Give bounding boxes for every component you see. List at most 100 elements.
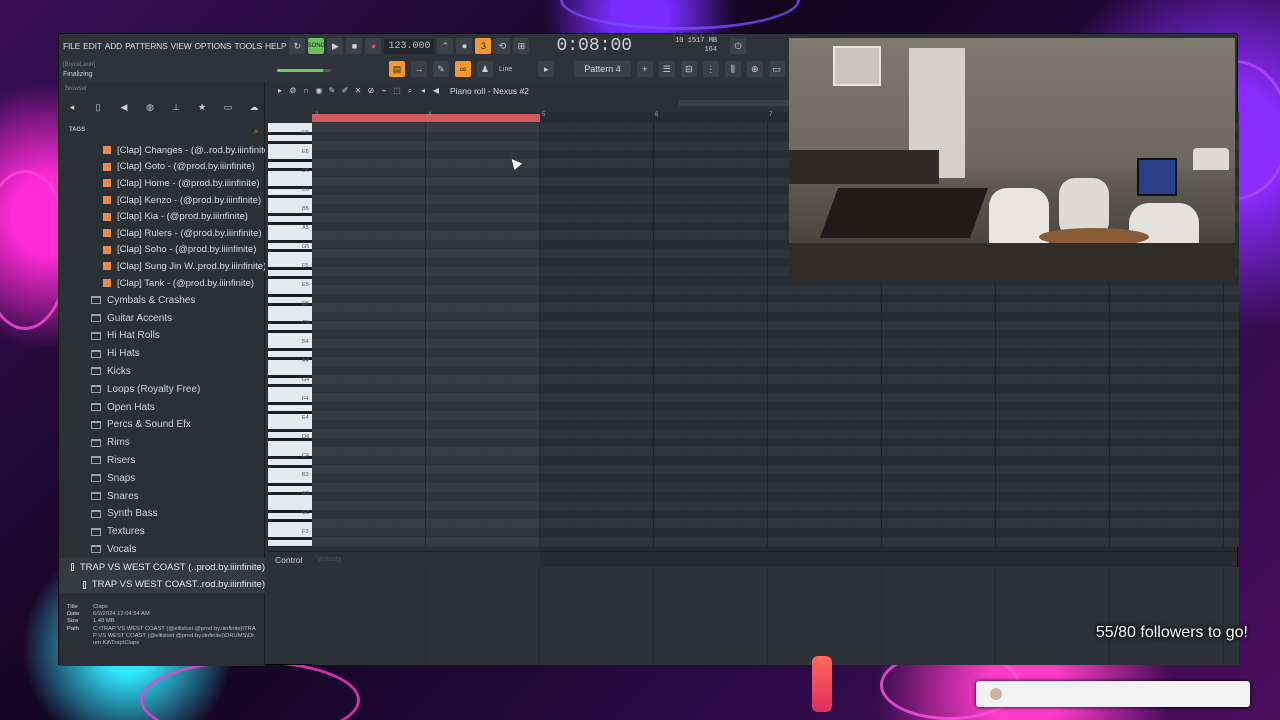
browser-folder-item[interactable]: Guitar Accents [59, 309, 265, 327]
arrow-icon[interactable]: → [411, 61, 427, 77]
star-icon[interactable]: ★ [195, 100, 209, 114]
record-button[interactable]: ● [365, 38, 382, 54]
playback-tool-icon[interactable]: ◂ [418, 86, 428, 95]
search-icon[interactable]: ⌕ [249, 124, 263, 138]
browser-folder-item[interactable]: Risers [59, 452, 265, 470]
channel-rack-icon[interactable]: ⋮ [702, 61, 719, 77]
browser-folder-item[interactable]: Vocals [59, 541, 265, 559]
horizontal-scrollbar[interactable] [679, 100, 789, 106]
paint-tool-icon[interactable]: ✐ [340, 86, 350, 95]
pencil-icon[interactable]: ✎ [433, 61, 449, 77]
speaker-icon[interactable]: ◀ [117, 100, 131, 114]
link-icon[interactable]: ∞ [455, 61, 471, 77]
browser-folder-item[interactable]: Snaps [59, 469, 265, 487]
menu-view[interactable]: VIEW [171, 41, 192, 51]
menu-file[interactable]: FILE [63, 41, 80, 51]
back-icon[interactable]: ◂ [65, 100, 79, 114]
browser-folder-item[interactable]: Hi Hat Rolls [59, 327, 265, 345]
master-volume-slider[interactable] [277, 69, 331, 72]
browser-file-item[interactable]: [Clap] Home - (@prod.by.iiinfinite) [59, 175, 265, 192]
menu-help[interactable]: HELP [265, 41, 287, 51]
song-mode-toggle[interactable]: SONG [308, 38, 325, 54]
control-target[interactable]: Velocity [317, 556, 341, 563]
stamp-icon[interactable]: ♟ [477, 61, 493, 77]
menu-options[interactable]: OPTIONS [195, 41, 232, 51]
browser-file-item[interactable]: [Clap] Goto - (@prod.by.iiinfinite) [59, 159, 265, 176]
control-selector[interactable]: Control [275, 555, 302, 565]
plug-icon[interactable]: ⊥ [169, 100, 183, 114]
browser-folder-item[interactable]: Synth Bass [59, 505, 265, 523]
piano-key-label: G4 [302, 377, 310, 383]
folder-icon[interactable]: ▭ [221, 100, 235, 114]
pack-folder-icon [83, 580, 86, 589]
browser-file-item[interactable]: [Clap] Kenzo - (@prod.by.iiinfinite) [59, 192, 265, 209]
wait-record-icon[interactable]: ⏺ [456, 38, 473, 54]
browser-pack-item[interactable]: TRAP VS WEST COAST..rod.by.iiinfinite) [59, 575, 265, 594]
zoom-tool-icon[interactable]: ⌕ [405, 86, 415, 96]
browser-folder-item[interactable]: Loops (Royalty Free) [59, 380, 265, 398]
menu-add[interactable]: ADD [105, 41, 123, 51]
folder-icon [91, 438, 101, 447]
playlist-view-icon[interactable]: ☰ [658, 61, 675, 77]
tempo-display[interactable]: 123.000 [384, 38, 435, 54]
refresh-icon[interactable]: ↻ [289, 38, 306, 54]
select-tool-icon[interactable]: ⬚ [392, 86, 402, 95]
loop-region[interactable] [312, 114, 540, 122]
add-pattern-icon[interactable]: + [636, 61, 653, 77]
chat-avatar [990, 688, 1002, 700]
globe-icon[interactable]: ◍ [143, 100, 157, 114]
menu-patterns[interactable]: PATTERNS [125, 41, 168, 51]
delete-tool-icon[interactable]: ✕ [353, 86, 363, 95]
snap-selector[interactable]: Line [499, 66, 512, 73]
metronome-icon[interactable]: ⌃ [437, 38, 454, 54]
browser-folder-item[interactable]: Textures [59, 523, 265, 541]
browser-file-item[interactable]: [Clap] Kia - (@prod.by.iiinfinite) [59, 208, 265, 225]
file-icon[interactable]: ▯ [91, 100, 105, 114]
time-display[interactable]: 0:08:00 [556, 36, 632, 56]
browser-file-item[interactable]: [Clap] Soho - (@prod.by.iiinfinite) [59, 242, 265, 259]
magnet-icon[interactable]: ∩ [301, 86, 311, 95]
playlist-icon[interactable]: ▤ [389, 61, 405, 77]
browser-folder-item[interactable]: Open Hats [59, 398, 265, 416]
slice-tool-icon[interactable]: ⌁ [379, 86, 389, 95]
browser-file-item[interactable]: [Clap] Rulers - (@prod.by.iiinfinite) [59, 225, 265, 242]
browser-file-item[interactable]: [Clap] Sung Jin W..prod.by.iiinfinite) [59, 258, 265, 275]
wrench-icon[interactable]: ⚙ [288, 86, 298, 95]
menu-bar: FILE EDIT ADD PATTERNS VIEW OPTIONS TOOL… [59, 34, 789, 58]
speaker-tool-icon[interactable]: ◀ [431, 86, 441, 95]
file-name: [Clap] Soho - (@prod.by.iiinfinite) [117, 244, 257, 256]
browser-pack-item[interactable]: TRAP VS WEST COAST (..prod.by.iiinfinite… [59, 558, 265, 576]
cloud-icon[interactable]: ☁ [247, 100, 261, 114]
countdown-icon[interactable]: 3 [475, 38, 492, 54]
browser-folder-item[interactable]: Snares [59, 487, 265, 505]
mixer-icon[interactable]: ⫼ [724, 61, 741, 77]
folder-name: Snares [107, 490, 139, 502]
browser-folder-item[interactable]: Kicks [59, 363, 265, 381]
piano-roll-view-icon[interactable]: ⊟ [680, 61, 697, 77]
loop-record-icon[interactable]: ⟲ [494, 38, 511, 54]
file-name: [Clap] Kenzo - (@prod.by.iiinfinite) [117, 194, 262, 206]
record-tool-icon[interactable]: ◉ [314, 86, 324, 95]
browser-file-item[interactable]: [Clap] Tank - (@prod.by.iiinfinite) [59, 275, 265, 292]
browser-folder-item[interactable]: Rims [59, 434, 265, 452]
stop-button[interactable]: ■ [346, 38, 363, 54]
play-arrow-icon[interactable]: ▸ [275, 86, 285, 95]
power-icon[interactable]: ⏻ [730, 38, 747, 54]
mute-tool-icon[interactable]: ⊘ [366, 86, 376, 95]
menu-tools[interactable]: TOOLS [234, 41, 262, 51]
browser-icon[interactable]: ⊕ [746, 61, 763, 77]
step-edit-icon[interactable]: ⊞ [513, 38, 530, 54]
plugin-icon[interactable]: ▭ [768, 61, 785, 77]
browser-folder-item[interactable]: Cymbals & Crashes [59, 291, 265, 309]
pattern-selector[interactable]: Pattern 4 [574, 61, 631, 77]
velocity-lane[interactable] [312, 567, 1239, 665]
pattern-arrow-icon[interactable]: ▸ [538, 61, 555, 77]
play-button[interactable]: ▶ [327, 38, 344, 54]
browser-folder-item[interactable]: Hi Hats [59, 345, 265, 363]
file-name: [Clap] Home - (@prod.by.iiinfinite) [117, 177, 260, 189]
browser-file-item[interactable]: [Clap] Changes - (@..rod.by.iiinfinite) [59, 142, 265, 159]
browser-folder-item[interactable]: Percs & Sound Efx [59, 416, 265, 434]
draw-tool-icon[interactable]: ✎ [327, 86, 337, 95]
menu-edit[interactable]: EDIT [83, 41, 102, 51]
piano-key-label: F6 [302, 130, 309, 136]
